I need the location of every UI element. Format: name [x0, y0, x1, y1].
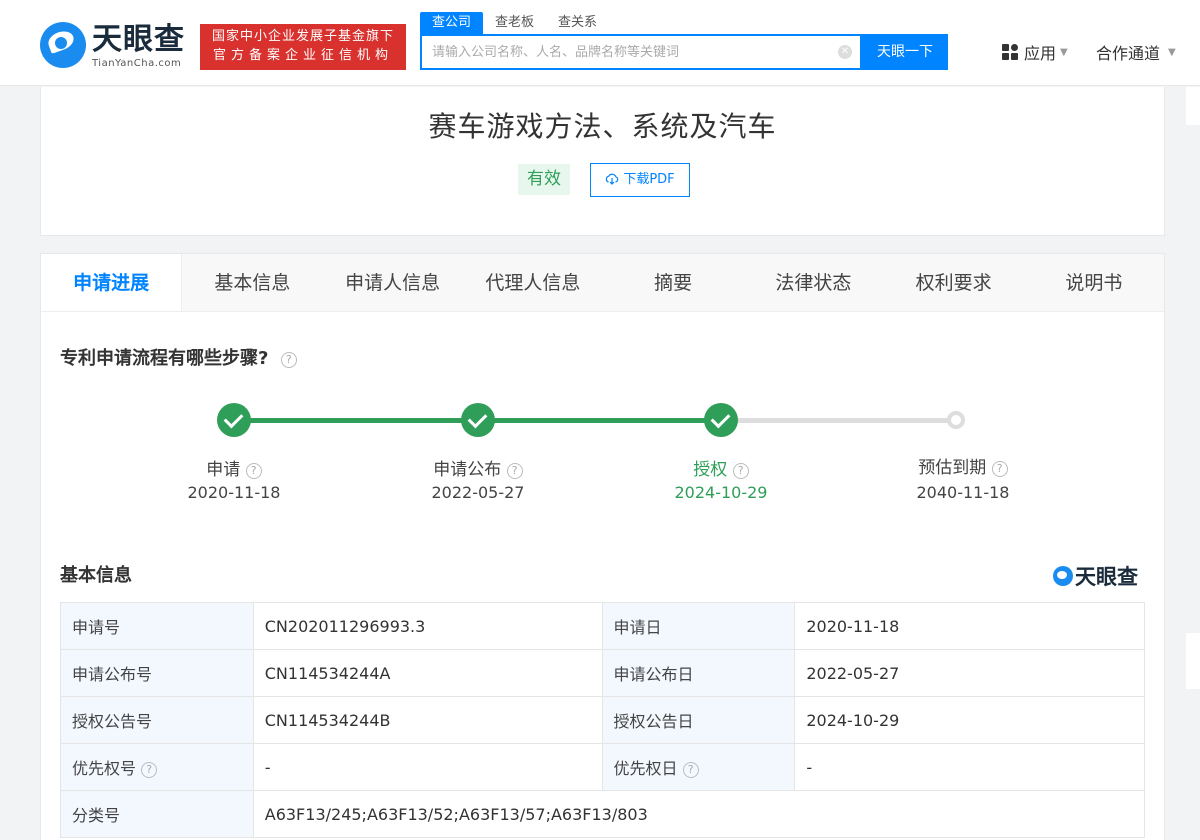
apps-grid-icon [1002, 44, 1018, 60]
help-icon[interactable]: ? [280, 352, 297, 368]
table-row: 授权公告号 CN114534244B 授权公告日 2024-10-29 [60, 696, 1145, 744]
table-row: 优先权号 ? - 优先权日 ? - [60, 743, 1145, 791]
timeline-line-pending [722, 418, 953, 423]
tianyancha-logo[interactable]: 天眼查 TianYanCha.com [40, 22, 192, 72]
logo-name: 天眼查 [92, 22, 185, 57]
apps-menu[interactable]: 应用 ▼ [1002, 40, 1068, 64]
table-key: 申请公布日 [601, 649, 796, 697]
step-label: 申请公布 ? [378, 455, 578, 480]
table-value: CN202011296993.3 [252, 602, 603, 650]
table-value: CN114534244B [252, 696, 603, 744]
table-key: 申请日 [601, 602, 796, 650]
table-key-with-help: 优先权日 ? [601, 743, 796, 791]
tab-legal-status[interactable]: 法律状态 [743, 254, 883, 311]
table-row: 申请号 CN202011296993.3 申请日 2020-11-18 [60, 602, 1145, 650]
step-date: 2020-11-18 [187, 483, 281, 502]
apps-label: 应用 [1024, 44, 1057, 63]
search-tabs: 查公司 查老板 查关系 [420, 12, 609, 34]
step-date: 2022-05-27 [431, 483, 525, 502]
patent-title-card: 赛车游戏方法、系统及汽车 [40, 87, 1165, 236]
basic-info-table: 申请号 CN202011296993.3 申请日 2020-11-18 申请公布… [60, 602, 1146, 838]
logo-domain: TianYanCha.com [92, 58, 182, 69]
step-label: 预估到期 ? [863, 453, 1063, 478]
step-done-check-icon [217, 403, 251, 437]
step-label: 授权 ? [621, 455, 821, 480]
download-pdf-label: 下载PDF [623, 172, 675, 187]
help-icon[interactable]: ? [732, 463, 749, 479]
help-icon[interactable]: ? [682, 762, 699, 778]
status-badge: 有效 [518, 164, 570, 195]
tab-claims[interactable]: 权利要求 [884, 254, 1024, 311]
table-value: - [794, 743, 1145, 791]
logo-eye-icon [1053, 566, 1073, 586]
table-value: 2022-05-27 [794, 649, 1145, 697]
step-done-check-icon [461, 403, 495, 437]
step-label-text: 申请公布 [433, 460, 502, 480]
side-panel-edge [1186, 633, 1200, 689]
table-key-with-help: 优先权号 ? [60, 743, 254, 791]
clear-icon[interactable]: ✕ [838, 45, 852, 59]
step-label-text: 预估到期 [918, 458, 987, 478]
cloud-download-icon [606, 173, 619, 185]
search-box: ✕ [420, 34, 862, 70]
table-value: 2024-10-29 [794, 696, 1145, 744]
table-row: 分类号 A63F13/245;A63F13/52;A63F13/57;A63F1… [60, 790, 1146, 838]
help-icon[interactable]: ? [991, 461, 1008, 477]
search-tab-relation[interactable]: 查关系 [546, 12, 609, 34]
brand-mini-text: 天眼查 [1075, 565, 1138, 589]
step-label-text: 申请 [206, 460, 241, 480]
table-value: CN114534244A [252, 649, 603, 697]
badge-line-1: 国家中小企业发展子基金旗下 [211, 29, 394, 44]
table-key: 分类号 [60, 790, 254, 838]
tab-basic-info[interactable]: 基本信息 [182, 254, 322, 311]
tab-description[interactable]: 说明书 [1024, 254, 1164, 311]
search-button[interactable]: 天眼一下 [862, 34, 948, 70]
table-key: 申请号 [60, 602, 254, 650]
table-key: 授权公告号 [60, 696, 254, 744]
download-pdf-button[interactable]: 下载PDF [590, 163, 690, 197]
tab-agent[interactable]: 代理人信息 [463, 254, 603, 311]
step-date: 2024-10-29 [674, 483, 768, 502]
search-tab-company[interactable]: 查公司 [420, 12, 484, 34]
step-date: 2040-11-18 [916, 483, 1010, 502]
site-header: 天眼查 TianYanCha.com 国家中小企业发展子基金旗下 官方备案企业征… [0, 0, 1200, 86]
table-key: 优先权号 [72, 759, 137, 778]
progress-section-title: 专利申请流程有哪些步骤? ? [60, 344, 297, 370]
help-icon[interactable]: ? [141, 762, 158, 778]
table-key: 授权公告日 [601, 696, 796, 744]
step-pending-dot-icon [947, 411, 965, 429]
detail-tabs: 申请进展 基本信息 申请人信息 代理人信息 摘要 法律状态 权利要求 说明书 [41, 254, 1164, 312]
official-badge: 国家中小企业发展子基金旗下 官方备案企业征信机构 [200, 24, 406, 70]
chevron-down-icon: ▼ [1168, 46, 1176, 58]
table-value: A63F13/245;A63F13/52;A63F13/57;A63F13/80… [252, 790, 1146, 838]
side-panel-edge [1186, 87, 1200, 125]
step-label-text: 授权 [693, 460, 728, 480]
search-input[interactable] [422, 36, 822, 68]
search-tab-boss[interactable]: 查老板 [483, 12, 546, 34]
step-label: 申请 ? [134, 455, 334, 480]
tab-progress[interactable]: 申请进展 [41, 254, 183, 311]
table-row: 申请公布号 CN114534244A 申请公布日 2022-05-27 [60, 649, 1145, 697]
page-title: 赛车游戏方法、系统及汽车 [428, 110, 777, 143]
coop-label: 合作通道 [1096, 44, 1161, 63]
logo-eye-icon [40, 22, 86, 68]
progress-title-text: 专利申请流程有哪些步骤? [60, 348, 269, 369]
table-value: 2020-11-18 [794, 602, 1145, 650]
cooperation-menu[interactable]: 合作通道 ▼ [1096, 40, 1176, 64]
step-done-check-icon [704, 403, 738, 437]
table-key: 申请公布号 [60, 649, 254, 697]
tab-applicant[interactable]: 申请人信息 [323, 254, 463, 311]
badge-line-2: 官方备案企业征信机构 [212, 48, 393, 63]
table-key: 优先权日 [613, 759, 678, 778]
table-value: - [252, 743, 603, 791]
help-icon[interactable]: ? [506, 463, 523, 479]
help-icon[interactable]: ? [245, 463, 262, 479]
tab-abstract[interactable]: 摘要 [603, 254, 743, 311]
brand-watermark: 天眼查 [1053, 561, 1138, 591]
basic-info-title: 基本信息 [60, 565, 132, 586]
chevron-down-icon: ▼ [1060, 46, 1068, 58]
patent-detail-card: 申请进展 基本信息 申请人信息 代理人信息 摘要 法律状态 权利要求 说明书 专… [40, 253, 1165, 840]
